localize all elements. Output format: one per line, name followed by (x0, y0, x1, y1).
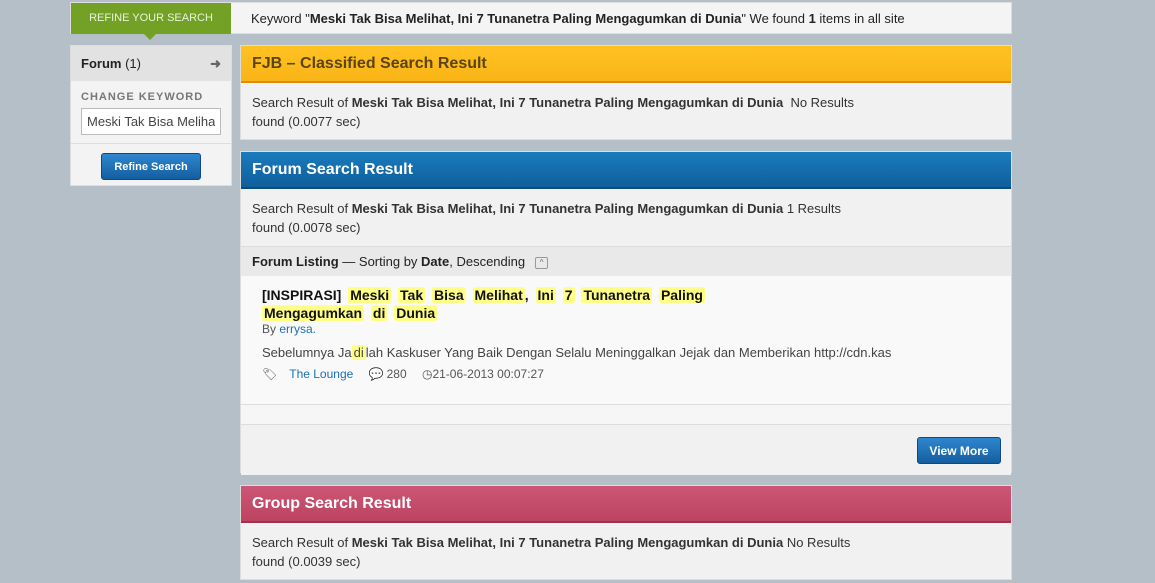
title-word: 7 (562, 287, 575, 303)
comment-icon: 💬 (368, 367, 384, 381)
title-word: Meski (348, 287, 392, 303)
view-more-button[interactable]: View More (917, 437, 1001, 464)
thread-author: By errysa. (262, 322, 317, 336)
title-word: Paling (658, 287, 705, 303)
forum-result-text: Search Result of Meski Tak Bisa Melihat,… (252, 201, 842, 235)
keyword-input[interactable] (81, 108, 221, 135)
refine-search-button[interactable]: Refine Search (101, 153, 201, 180)
title-word: di (370, 305, 388, 321)
change-keyword-label: CHANGE KEYWORD (81, 91, 204, 103)
title-word: Dunia (394, 305, 438, 321)
divider (241, 405, 1011, 425)
keyword-summary: Keyword "Meski Tak Bisa Melihat, Ini 7 T… (251, 11, 905, 26)
list-item: [INSPIRASI] Meski Tak Bisa Melihat, Ini … (241, 276, 1011, 405)
search-summary-bar: REFINE YOUR SEARCH Keyword "Meski Tak Bi… (70, 2, 1012, 40)
forum-listing-header: Forum Listing — Sorting by Date, Descend… (241, 246, 1011, 276)
title-word: Melihat (472, 287, 525, 303)
title-word: Bisa (432, 287, 466, 303)
title-word: , (524, 287, 529, 303)
title-word: Tak (398, 287, 426, 303)
divider (71, 143, 231, 144)
clock-icon: ◷ (421, 367, 433, 381)
forum-panel: Forum Search Result Search Result of Mes… (240, 151, 1012, 475)
group-result-text: Search Result of Meski Tak Bisa Melihat,… (252, 535, 851, 569)
thread-title-link[interactable]: [INSPIRASI] Meski Tak Bisa Melihat, Ini … (262, 286, 722, 322)
title-word: Mengagumkan (262, 305, 365, 321)
arrow-right-icon[interactable]: ➜ (210, 46, 221, 81)
forum-filter[interactable]: Forum (1) ➜ (71, 46, 231, 81)
author-link[interactable]: errysa. (279, 322, 316, 336)
collapse-icon[interactable]: ^ (535, 256, 549, 269)
thread-snippet: Sebelumnya Ja di lah Kaskuser Yang Baik De… (262, 345, 892, 360)
forum-footer: View More (241, 425, 1011, 475)
group-title: Group Search Result (241, 486, 1011, 523)
forum-title: Forum Search Result (241, 152, 1011, 189)
fjb-panel: FJB – Classified Search Result Search Re… (240, 45, 1012, 140)
refine-your-search-tab: REFINE YOUR SEARCH (71, 3, 231, 40)
fjb-title: FJB – Classified Search Result (241, 46, 1011, 83)
tag-icon: 🏷 (262, 367, 278, 381)
category-link[interactable]: The Lounge (289, 367, 353, 381)
fjb-result-text: Search Result of Meski Tak Bisa Melihat,… (252, 95, 855, 129)
title-word: Tunanetra (581, 287, 653, 303)
title-word: Ini (535, 287, 556, 303)
group-panel: Group Search Result Search Result of Mes… (240, 485, 1012, 580)
refine-sidebar: Forum (1)➜ CHANGE KEYWORD Refine Search (70, 45, 232, 186)
thread-meta: 🏷 The Lounge 💬 280 ◷21-06-2013 00:07:27 (262, 367, 544, 381)
